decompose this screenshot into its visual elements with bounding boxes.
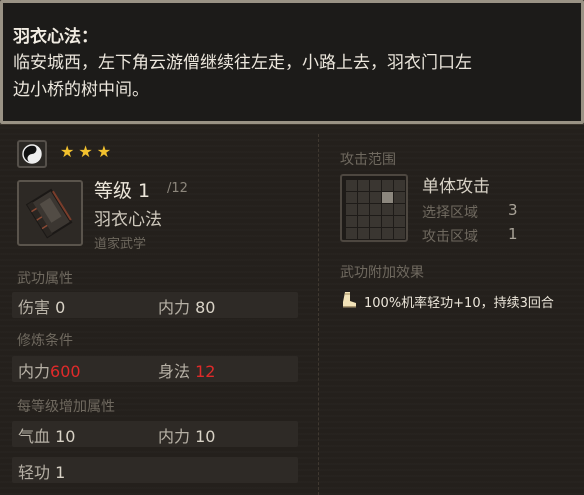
rarity-stars: ★ ★ ★ [60,144,111,160]
req-neili-value: 600 [50,362,81,381]
req-shenfa-label: 身法 [158,362,191,381]
per-level-title: 每等级增加属性 [17,399,115,415]
skill-type: 道家武学 [94,237,147,252]
attack-range-title: 攻击范围 [340,152,396,168]
requirements-title: 修炼条件 [17,333,73,349]
attack-area-label: 攻击区域 [422,229,478,245]
qinggong-value: 1 [55,463,66,482]
effects-title: 武功附加效果 [340,265,424,281]
star-icon: ★ [60,142,75,161]
per-level-row-2: 轻功 1 [12,457,298,483]
per-level-row-1: 气血 10 内力 10 [12,421,298,447]
effect-description: 100%机率轻功+10，持续3回合 [364,296,554,311]
star-icon: ★ [78,142,93,161]
skill-level: 等级 1 [94,180,151,202]
yin-yang-icon [17,140,47,168]
neili-value: 80 [195,298,216,317]
qinggong-label: 轻功 [18,463,51,482]
tooltip-line-1: 临安城西，左下角云游僧继续往左走，小路上去，羽衣门口左 [13,53,472,73]
attack-type: 单体攻击 [422,177,490,197]
attributes-row: 伤害 0 内力 80 [12,292,298,318]
skill-max-level: /12 [167,181,188,196]
pl-neili-label: 内力 [158,427,191,446]
star-icon: ★ [96,142,112,161]
skill-book-slot[interactable] [17,180,83,246]
damage-label: 伤害 [18,298,51,317]
column-divider [318,134,319,495]
select-area-value: 3 [508,201,518,219]
select-area-label: 选择区域 [422,205,478,221]
qixue-value: 10 [55,427,76,446]
location-tooltip: 羽衣心法： 临安城西，左下角云游僧继续往左走，小路上去，羽衣门口左 边小桥的树中… [0,0,584,124]
tooltip-title: 羽衣心法： [13,27,98,47]
req-shenfa-value: 12 [195,362,216,381]
req-neili-label: 内力 [18,362,51,381]
book-icon [25,188,73,239]
requirements-row: 内力600 身法 12 [12,356,298,382]
damage-value: 0 [55,298,66,317]
tooltip-line-2: 边小桥的树中间。 [13,80,149,100]
skill-name: 羽衣心法 [94,210,162,230]
pl-neili-value: 10 [195,427,216,446]
boot-icon [340,291,358,309]
attack-range-grid [340,174,408,242]
attributes-title: 武功属性 [17,271,73,287]
attack-area-value: 1 [508,225,518,243]
qixue-label: 气血 [18,427,51,446]
neili-label: 内力 [158,298,191,317]
